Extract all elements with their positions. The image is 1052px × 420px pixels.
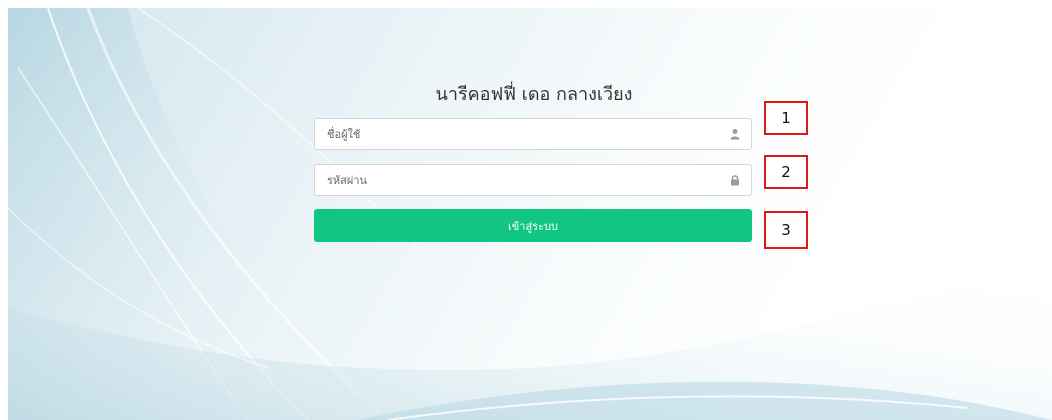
page-title: นารีคอฟฟี่ เดอ กลางเวียง xyxy=(435,84,633,105)
username-input[interactable] xyxy=(315,119,715,149)
annotation-marker-2: 2 xyxy=(764,155,808,189)
lock-icon xyxy=(731,175,739,186)
login-form: นารีคอฟฟี่ เดอ กลางเวียง เข้าสู่ระบบ xyxy=(314,80,754,242)
login-button[interactable]: เข้าสู่ระบบ xyxy=(314,209,752,242)
password-field[interactable] xyxy=(314,164,752,196)
annotation-marker-1: 1 xyxy=(764,101,808,135)
password-input[interactable] xyxy=(315,165,715,195)
username-field[interactable] xyxy=(314,118,752,150)
annotation-marker-3: 3 xyxy=(764,211,808,249)
user-icon xyxy=(730,129,740,140)
login-page: นารีคอฟฟี่ เดอ กลางเวียง เข้าสู่ระบบ 1 2… xyxy=(8,8,1052,420)
